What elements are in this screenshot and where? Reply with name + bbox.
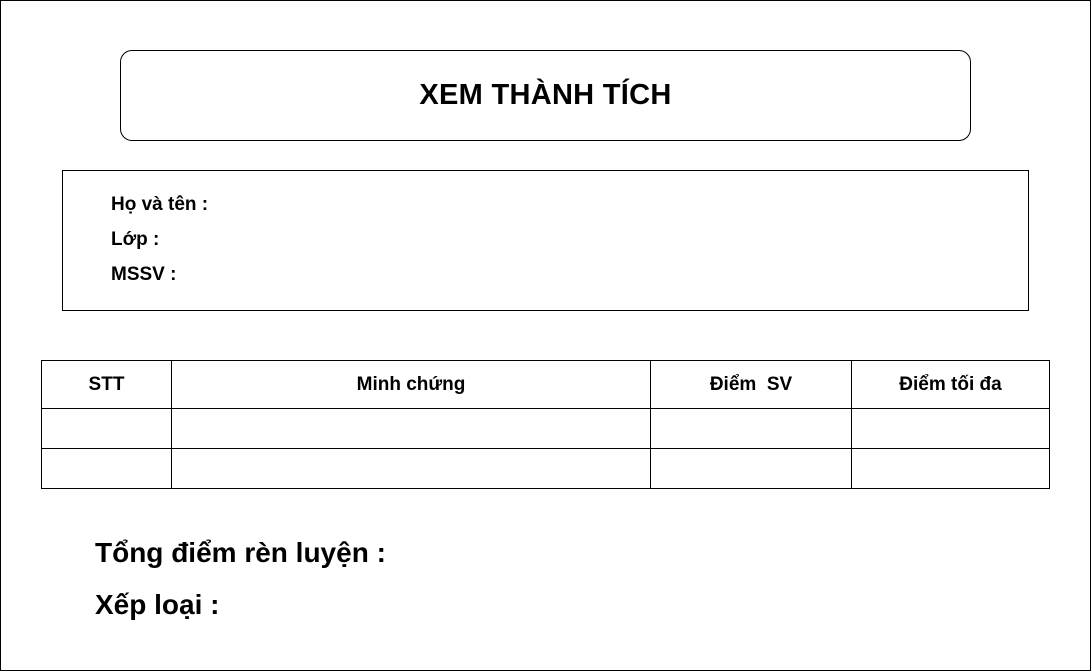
column-header-student-score: Điểm SV: [650, 360, 852, 409]
class-label: Lớp :: [111, 229, 160, 250]
table-cell[interactable]: [41, 408, 172, 449]
title-box: XEM THÀNH TÍCH: [120, 50, 971, 141]
student-id-label: MSSV :: [111, 264, 177, 285]
column-header-max-score: Điểm tối đa: [851, 360, 1050, 409]
column-header-evidence: Minh chứng: [171, 360, 651, 409]
table-cell[interactable]: [650, 408, 852, 449]
table-cell[interactable]: [171, 408, 651, 449]
table-cell[interactable]: [851, 448, 1050, 489]
total-score-label: Tổng điểm rèn luyện :: [95, 537, 386, 568]
student-info-panel: Họ và tên : Lớp : MSSV :: [62, 170, 1029, 311]
table-row[interactable]: [41, 408, 1050, 449]
table-cell[interactable]: [851, 408, 1050, 449]
rank-label: Xếp loại :: [95, 589, 220, 620]
name-label: Họ và tên :: [111, 194, 209, 215]
page-title: XEM THÀNH TÍCH: [419, 79, 672, 111]
column-header-stt: STT: [41, 360, 172, 409]
table-cell[interactable]: [171, 448, 651, 489]
achievements-table: STT Minh chứng Điểm SV Điểm tối đa: [41, 360, 1050, 489]
table-header-row: STT Minh chứng Điểm SV Điểm tối đa: [41, 360, 1050, 409]
table-cell[interactable]: [41, 448, 172, 489]
table-cell[interactable]: [650, 448, 852, 489]
table-row[interactable]: [41, 448, 1050, 489]
